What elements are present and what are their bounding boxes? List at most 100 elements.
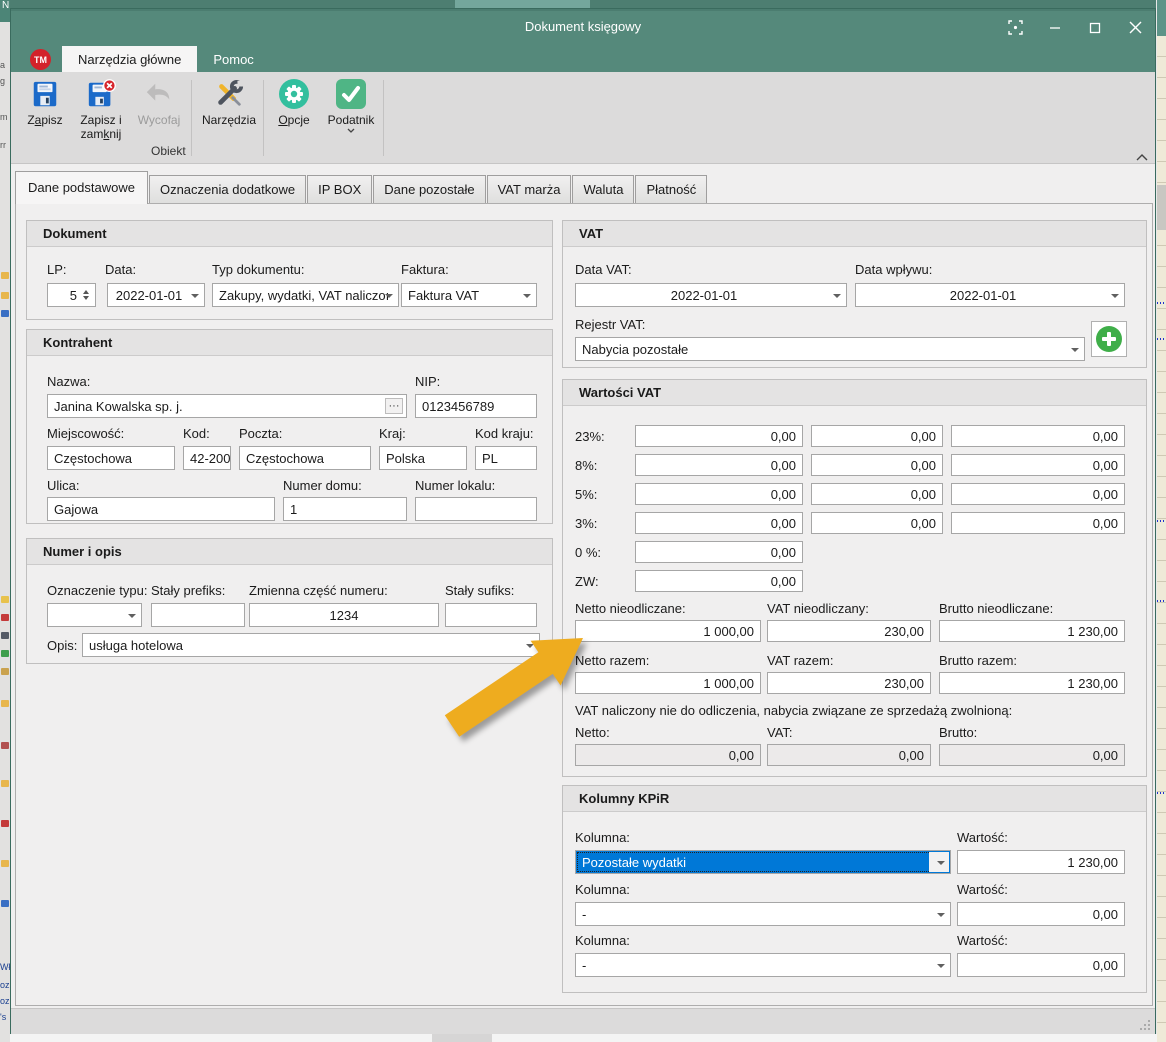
rejestr-vat-dropdown[interactable]: Nabycia pozostałe	[575, 337, 1085, 361]
lp-spinner[interactable]: 5	[47, 283, 96, 307]
data-vat-dropdown[interactable]: 2022-01-01	[575, 283, 847, 307]
brutto-nieodliczane-field[interactable]: 1 230,00	[939, 620, 1125, 642]
maximize-button[interactable]	[1075, 9, 1115, 46]
kolumna-label: Kolumna:	[575, 830, 630, 845]
undo-icon	[142, 77, 176, 111]
background-window-top	[10, 0, 1156, 8]
vat-netto-field[interactable]: 0,00	[635, 425, 803, 447]
titlebar[interactable]: Dokument księgowy	[11, 9, 1155, 46]
app-logo[interactable]: TM	[30, 49, 51, 70]
screen: N a g m rr Wł oz oz 's	[0, 0, 1166, 1042]
vat-label: VAT:	[767, 725, 793, 740]
staly-sufiks-label: Stały sufiks:	[445, 583, 514, 598]
folder-icon	[1, 272, 9, 279]
dropdown-arrow-icon	[191, 294, 199, 302]
dropdown-arrow-icon	[1071, 348, 1079, 356]
chevron-down-icon	[347, 128, 355, 133]
nip-field[interactable]: 0123456789	[415, 394, 537, 418]
kolumna-dropdown-2[interactable]: -	[575, 902, 951, 926]
brutto-razem-field[interactable]: 1 230,00	[939, 672, 1125, 694]
opcje-button[interactable]: Opcje	[269, 77, 319, 155]
tab-dane-podstawowe[interactable]: Dane podstawowe	[15, 171, 148, 204]
netto-razem-field[interactable]: 1 000,00	[575, 672, 761, 694]
poczta-field[interactable]: Częstochowa	[239, 446, 371, 470]
close-button[interactable]	[1115, 9, 1155, 46]
miejscowosc-field[interactable]: Częstochowa	[47, 446, 175, 470]
vat-razem-field[interactable]: 230,00	[767, 672, 931, 694]
vat-vat-field[interactable]: 0,00	[811, 454, 943, 476]
minimize-button[interactable]	[1035, 9, 1075, 46]
kod-kraju-label: Kod kraju:	[475, 426, 534, 441]
netto-nieodliczane-field[interactable]: 1 000,00	[575, 620, 761, 642]
typ-dokumentu-dropdown[interactable]: Zakupy, wydatki, VAT naliczoı	[212, 283, 399, 307]
zapisz-i-zamknij-button[interactable]: Zapisz izamknij	[73, 77, 129, 155]
kolumna-label: Kolumna:	[575, 933, 630, 948]
vat-brutto-field[interactable]: 0,00	[951, 454, 1125, 476]
kod-field[interactable]: 42-200	[183, 446, 231, 470]
data-wplywu-label: Data wpływu:	[855, 262, 932, 277]
minimize-icon	[1049, 22, 1061, 34]
tab-dane-pozostale[interactable]: Dane pozostałe	[373, 175, 485, 204]
vat-brutto-field[interactable]: 0,00	[951, 483, 1125, 505]
tab-waluta[interactable]: Waluta	[572, 175, 634, 204]
ulica-field[interactable]: Gajowa	[47, 497, 275, 521]
dropdown-arrow-icon	[937, 861, 945, 869]
vat-netto-field[interactable]: 0,00	[635, 454, 803, 476]
tab-oznaczenia-dodatkowe[interactable]: Oznaczenia dodatkowe	[149, 175, 306, 204]
oznaczenie-typu-label: Oznaczenie typu:	[47, 583, 147, 598]
ribbon-collapse-button[interactable]	[1136, 154, 1148, 161]
dropdown-arrow-icon	[385, 294, 393, 302]
vat-brutto-field[interactable]: 0,00	[951, 512, 1125, 534]
kod-kraju-field[interactable]: PL	[475, 446, 537, 470]
numer-domu-field[interactable]: 1	[283, 497, 407, 521]
focus-mode-button[interactable]	[995, 9, 1035, 46]
group-kolumny-kpir: Kolumny KPiR Kolumna: Wartość: Pozostałe…	[562, 785, 1147, 993]
staly-prefiks-field[interactable]	[151, 603, 245, 627]
plus-icon	[1095, 325, 1123, 353]
dropdown-arrow-icon	[128, 614, 136, 622]
kraj-field[interactable]: Polska	[379, 446, 467, 470]
vat-netto-field[interactable]: 0,00	[635, 483, 803, 505]
add-rejestr-button[interactable]	[1091, 321, 1127, 357]
oznaczenie-typu-dropdown[interactable]	[47, 603, 142, 627]
vat-nieodliczany-field[interactable]: 230,00	[767, 620, 931, 642]
vat-vat-field[interactable]: 0,00	[811, 425, 943, 447]
file-icon	[1, 614, 9, 621]
tab-platnosc[interactable]: Płatność	[635, 175, 707, 204]
dropdown-arrow-icon	[526, 644, 534, 652]
zapisz-button[interactable]: Zapisz	[19, 77, 71, 155]
kolumna-dropdown-3[interactable]: -	[575, 953, 951, 977]
tab-ip-box[interactable]: IP BOX	[307, 175, 372, 204]
vat-netto-field[interactable]: 0,00	[635, 541, 803, 563]
narzedzia-button[interactable]: Narzędzia	[199, 77, 259, 155]
tab-vat-marza[interactable]: VAT marża	[487, 175, 572, 204]
spinner-arrows[interactable]	[79, 286, 93, 304]
data-wplywu-dropdown[interactable]: 2022-01-01	[855, 283, 1125, 307]
nazwa-field[interactable]: Janina Kowalska sp. j. ···	[47, 394, 407, 418]
opis-combobox[interactable]: usługa hotelowa	[82, 633, 540, 657]
faktura-dropdown[interactable]: Faktura VAT	[401, 283, 537, 307]
podatnik-button[interactable]: Podatnik	[323, 77, 379, 155]
dropdown-arrow-icon	[937, 913, 945, 921]
data-dropdown[interactable]: 2022-01-01	[107, 283, 205, 307]
vat-brutto-field[interactable]: 0,00	[951, 425, 1125, 447]
resize-grip[interactable]	[1139, 1019, 1151, 1031]
vat-vat-field[interactable]: 0,00	[811, 512, 943, 534]
ribbon-tab-pomoc[interactable]: Pomoc	[197, 46, 269, 72]
vat-vat-field[interactable]: 0,00	[811, 483, 943, 505]
wartosc-field-1[interactable]: 1 230,00	[957, 850, 1125, 874]
numer-lokalu-field[interactable]	[415, 497, 537, 521]
dropdown-arrow-icon	[833, 294, 841, 302]
vat-netto-field[interactable]: 0,00	[635, 512, 803, 534]
vat-netto-field[interactable]: 0,00	[635, 570, 803, 592]
vat-rate-label: 5%:	[575, 487, 597, 502]
ribbon-tab-narzedzia-glowne[interactable]: Narzędzia główne	[62, 46, 197, 72]
nazwa-more-button[interactable]: ···	[385, 398, 403, 414]
zmienna-czesc-field[interactable]: 1234	[249, 603, 439, 627]
wartosc-field-2[interactable]: 0,00	[957, 902, 1125, 926]
background-titlebar-fragment	[1157, 0, 1166, 36]
wartosc-field-3[interactable]: 0,00	[957, 953, 1125, 977]
staly-sufiks-field[interactable]	[445, 603, 537, 627]
kolumna-dropdown-1[interactable]: Pozostałe wydatki	[575, 850, 951, 874]
vat-zwolniona-field: 0,00	[767, 744, 931, 766]
